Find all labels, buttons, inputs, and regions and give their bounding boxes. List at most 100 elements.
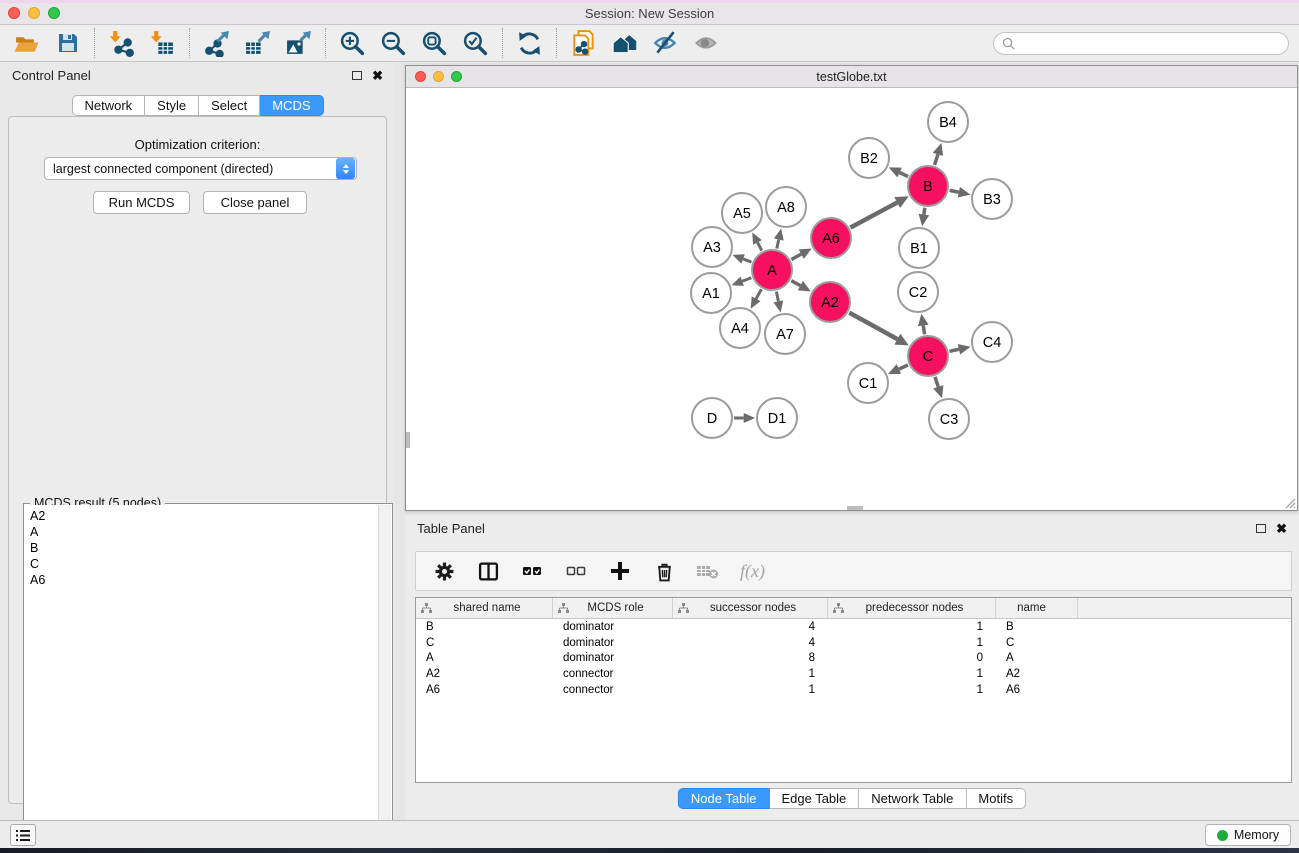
table-cell[interactable]: 1	[828, 621, 996, 633]
import-network-icon[interactable]	[101, 26, 142, 60]
column-header-MCDS-role[interactable]: MCDS role	[553, 598, 673, 618]
mcds-result-item[interactable]: C	[30, 556, 378, 572]
table-cell[interactable]: 4	[673, 637, 828, 649]
table-cell[interactable]: B	[996, 621, 1078, 633]
optimization-criterion-dropdown[interactable]: largest connected component (directed)	[44, 157, 357, 180]
tab-node-table[interactable]: Node Table	[678, 788, 770, 809]
settings-gear-icon[interactable]	[432, 559, 456, 583]
resize-grip-icon[interactable]	[1283, 496, 1296, 509]
graph-edge-A2-C[interactable]	[849, 313, 897, 340]
mcds-result-item[interactable]: A2	[30, 508, 378, 524]
table-cell[interactable]: 4	[673, 621, 828, 633]
graph-edge-A-A7[interactable]	[776, 292, 778, 302]
table-cell[interactable]: A6	[416, 684, 553, 696]
graph-edge-B-B3[interactable]	[950, 190, 959, 192]
network-minimize-button[interactable]	[433, 71, 444, 82]
table-cell[interactable]: C	[996, 637, 1078, 649]
mcds-result-item[interactable]: B	[30, 540, 378, 556]
close-window-button[interactable]	[8, 7, 20, 19]
close-panel-button[interactable]: Close panel	[203, 191, 307, 214]
export-network-icon[interactable]	[196, 26, 237, 60]
graph-edge-A-A8[interactable]	[777, 240, 779, 249]
table-cell[interactable]: dominator	[553, 637, 673, 649]
column-visibility-icon[interactable]	[476, 559, 500, 583]
tab-style[interactable]: Style	[145, 95, 199, 116]
table-cell[interactable]: A2	[996, 668, 1078, 680]
clone-network-icon[interactable]	[563, 26, 604, 60]
graph-edge-C-C1[interactable]	[899, 365, 908, 369]
network-maximize-button[interactable]	[451, 71, 462, 82]
open-folder-icon[interactable]	[6, 26, 47, 60]
table-cell[interactable]: 1	[828, 668, 996, 680]
graph-edge-A-A4[interactable]	[756, 289, 761, 299]
tab-motifs[interactable]: Motifs	[966, 788, 1026, 809]
maximize-window-button[interactable]	[48, 7, 60, 19]
select-all-checkboxes-icon[interactable]	[520, 559, 544, 583]
graph-edge-C-C3[interactable]	[935, 377, 938, 387]
search-input[interactable]	[1015, 37, 1280, 51]
table-cell[interactable]: connector	[553, 668, 673, 680]
first-neighbors-home-icon[interactable]	[604, 26, 645, 60]
minimize-window-button[interactable]	[28, 7, 40, 19]
mcds-result-item[interactable]: A	[30, 524, 378, 540]
table-cell[interactable]: 1	[828, 684, 996, 696]
table-cell[interactable]: 1	[828, 637, 996, 649]
table-cell[interactable]: 8	[673, 652, 828, 664]
mcds-list-scrollbar[interactable]	[378, 505, 391, 853]
memory-button[interactable]: Memory	[1205, 824, 1291, 846]
network-close-button[interactable]	[415, 71, 426, 82]
table-cell[interactable]: connector	[553, 684, 673, 696]
table-cell[interactable]: B	[416, 621, 553, 633]
close-panel-icon[interactable]: ✖	[372, 69, 383, 82]
network-graph[interactable]: B4B2BB3A5A8A6B1A3AC2A1A2A4A7C4CC1C3DD1	[406, 88, 1297, 510]
table-row[interactable]: A6connector11A6	[416, 682, 1291, 698]
zoom-selected-icon[interactable]	[455, 26, 496, 60]
column-header-shared-name[interactable]: shared name	[416, 598, 553, 618]
graph-edge-A-A5[interactable]	[758, 242, 762, 250]
table-row[interactable]: A2connector11A2	[416, 666, 1291, 682]
table-cell[interactable]: A2	[416, 668, 553, 680]
column-header-name[interactable]: name	[996, 598, 1078, 618]
column-header-successor-nodes[interactable]: successor nodes	[673, 598, 828, 618]
table-cell[interactable]: 0	[828, 652, 996, 664]
refresh-layout-icon[interactable]	[509, 26, 550, 60]
show-all-eye-icon[interactable]	[686, 26, 727, 60]
delete-column-icon[interactable]	[652, 559, 676, 583]
add-column-icon[interactable]	[608, 559, 632, 583]
table-row[interactable]: Cdominator41C	[416, 635, 1291, 651]
export-table-icon[interactable]	[237, 26, 278, 60]
table-row[interactable]: Bdominator41B	[416, 619, 1291, 635]
table-cell[interactable]: A	[416, 652, 553, 664]
mcds-result-list[interactable]: A2ABCA6	[25, 505, 378, 853]
graph-edge-B-B4[interactable]	[935, 154, 938, 165]
table-cell[interactable]: C	[416, 637, 553, 649]
graph-edge-B-B1[interactable]	[924, 208, 925, 215]
float-panel-icon[interactable]	[352, 71, 362, 80]
graph-edge-A-A3[interactable]	[743, 259, 751, 262]
close-table-panel-icon[interactable]: ✖	[1276, 522, 1287, 535]
tab-mcds[interactable]: MCDS	[260, 95, 323, 116]
zoom-out-icon[interactable]	[373, 26, 414, 60]
deselect-all-checkboxes-icon[interactable]	[564, 559, 588, 583]
tab-network[interactable]: Network	[71, 95, 145, 116]
network-canvas[interactable]: B4B2BB3A5A8A6B1A3AC2A1A2A4A7C4CC1C3DD1	[406, 88, 1297, 510]
graph-edge-A-A2[interactable]	[791, 281, 800, 286]
hide-selected-eye-icon[interactable]	[645, 26, 686, 60]
table-cell[interactable]: 1	[673, 668, 828, 680]
table-cell[interactable]: 1	[673, 684, 828, 696]
graph-edge-C-C4[interactable]	[949, 349, 958, 351]
vertical-scroll-thumb[interactable]	[406, 432, 410, 448]
mcds-result-item[interactable]: A6	[30, 572, 378, 588]
horizontal-scroll-thumb[interactable]	[847, 506, 863, 510]
table-cell[interactable]: dominator	[553, 621, 673, 633]
column-header-predecessor-nodes[interactable]: predecessor nodes	[828, 598, 996, 618]
graph-edge-C-C2[interactable]	[923, 325, 924, 334]
float-table-panel-icon[interactable]	[1256, 524, 1266, 533]
save-session-icon[interactable]	[47, 26, 88, 60]
table-cell[interactable]: A6	[996, 684, 1078, 696]
tab-network-table[interactable]: Network Table	[859, 788, 966, 809]
zoom-fit-icon[interactable]	[414, 26, 455, 60]
export-image-icon[interactable]	[278, 26, 319, 60]
tab-edge-table[interactable]: Edge Table	[769, 788, 859, 809]
task-history-button[interactable]	[10, 824, 36, 846]
